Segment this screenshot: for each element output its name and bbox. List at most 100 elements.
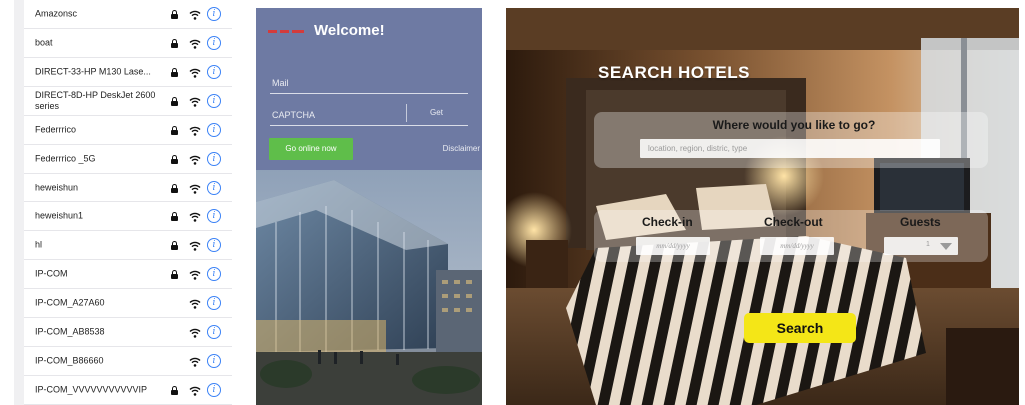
wifi-network-name: Federrrico _5G: [35, 153, 96, 164]
info-icon[interactable]: i: [207, 93, 221, 108]
wifi-network-row[interactable]: IP-COM_B86660 i: [24, 347, 232, 377]
checkout-input[interactable]: [760, 237, 834, 255]
checkout-label: Check-out: [764, 215, 823, 229]
dates-guests-box: Check-in Check-out Guests 1: [594, 210, 988, 262]
wifi-network-name: IP-COM_B86660: [35, 355, 104, 366]
wifi-network-name: IP-COM_AB8538: [35, 326, 105, 337]
wifi-row-icons: i: [169, 325, 227, 340]
wifi-settings-panel: Amazonsc i boat i DIRECT-33-HP M130 Lase... i…: [14, 0, 232, 405]
lock-icon: [171, 183, 178, 193]
wifi-network-row[interactable]: heweishun1 i: [24, 203, 232, 232]
wifi-network-name: DIRECT-8D-HP DeskJet 2600 series: [35, 89, 156, 111]
captcha-placeholder: CAPTCHA: [272, 110, 316, 120]
wifi-icon: [189, 182, 201, 194]
lock-icon: [171, 67, 178, 77]
wifi-row-icons: i: [169, 35, 227, 50]
wifi-icon: [189, 37, 201, 49]
info-icon[interactable]: i: [207, 151, 221, 166]
wifi-network-row[interactable]: IP-COM_A27A60 i: [24, 289, 232, 319]
info-icon[interactable]: i: [207, 6, 221, 21]
lock-icon: [171, 38, 178, 48]
wifi-network-row[interactable]: DIRECT-8D-HP DeskJet 2600 series i: [24, 87, 232, 116]
wifi-network-name: DIRECT-33-HP M130 Lase...: [35, 66, 151, 77]
wifi-network-name: Amazonsc: [35, 8, 78, 19]
wifi-row-icons: i: [169, 151, 227, 166]
info-icon[interactable]: i: [207, 238, 221, 253]
wifi-row-icons: i: [169, 383, 227, 398]
wifi-row-icons: i: [169, 296, 227, 311]
checkin-label: Check-in: [642, 215, 693, 229]
wifi-network-name: heweishun1: [35, 210, 84, 221]
wifi-network-row[interactable]: heweishun i: [24, 174, 232, 203]
lock-icon: [171, 125, 178, 135]
get-captcha-button[interactable]: Get: [406, 104, 466, 122]
wifi-network-name: Federrrico: [35, 124, 77, 135]
wifi-network-row[interactable]: Amazonsc i: [24, 0, 232, 29]
wifi-row-icons: i: [169, 267, 227, 282]
wifi-network-row[interactable]: Federrrico _5G i: [24, 145, 232, 174]
wifi-icon: [189, 124, 201, 136]
hotel-search-panel: SEARCH HOTELS Where would you like to go…: [506, 8, 1019, 405]
wifi-network-row[interactable]: hl i: [24, 231, 232, 261]
guests-select[interactable]: 1: [884, 237, 958, 255]
wifi-icon: [189, 355, 201, 367]
building-photo: [256, 170, 482, 405]
wifi-network-name: boat: [35, 37, 53, 48]
info-icon[interactable]: i: [207, 35, 221, 50]
wifi-icon: [189, 268, 201, 280]
destination-box: Where would you like to go?: [594, 112, 988, 168]
info-icon[interactable]: i: [207, 209, 221, 224]
wifi-icon: [189, 239, 201, 252]
wifi-network-name: IP-COM: [35, 268, 68, 279]
destination-label: Where would you like to go?: [712, 118, 876, 132]
guests-value: 1: [926, 241, 930, 248]
info-icon[interactable]: i: [207, 122, 221, 137]
guests-label: Guests: [900, 215, 941, 229]
checkin-input[interactable]: [636, 237, 710, 255]
wifi-network-row[interactable]: IP-COM_AB8538 i: [24, 318, 232, 348]
search-button[interactable]: Search: [744, 313, 856, 343]
wifi-network-row[interactable]: DIRECT-33-HP M130 Lase... i: [24, 58, 232, 87]
wifi-icon: [189, 326, 201, 338]
destination-input[interactable]: [640, 139, 940, 158]
go-online-button[interactable]: Go online now: [269, 138, 353, 160]
wifi-network-name: IP-COM_A27A60: [35, 297, 105, 308]
mail-placeholder: Mail: [272, 78, 289, 88]
wifi-icon: [189, 95, 201, 107]
wifi-row-icons: i: [169, 354, 227, 369]
portal-logo: [268, 30, 304, 35]
wifi-icon: [189, 66, 201, 78]
mail-field[interactable]: Mail: [270, 72, 468, 94]
info-icon[interactable]: i: [207, 180, 221, 195]
info-icon[interactable]: i: [207, 64, 221, 79]
wifi-row-icons: i: [169, 6, 227, 21]
wifi-icon: [189, 297, 201, 309]
lock-icon: [171, 212, 178, 222]
wifi-row-icons: i: [169, 122, 227, 137]
lock-icon: [171, 386, 178, 396]
search-hotels-heading: SEARCH HOTELS: [598, 63, 750, 82]
wifi-network-name: IP-COM_VVVVVVVVVVVIP: [35, 384, 148, 395]
lock-icon: [171, 241, 178, 251]
info-icon[interactable]: i: [207, 325, 221, 340]
lock-icon: [171, 154, 178, 164]
captive-portal-panel: Welcome! Mail CAPTCHA Get Go online now …: [256, 8, 482, 405]
wifi-network-name: hl: [35, 239, 43, 250]
info-icon[interactable]: i: [207, 383, 221, 398]
wifi-network-row[interactable]: Federrrico i: [24, 116, 232, 145]
info-icon[interactable]: i: [207, 296, 221, 311]
wifi-row-icons: i: [169, 64, 227, 79]
disclaimer-link[interactable]: Disclaimer: [443, 144, 480, 153]
portal-title: Welcome!: [314, 22, 385, 39]
info-icon[interactable]: i: [207, 267, 221, 282]
hotel-room-photo: [506, 8, 1019, 405]
info-icon[interactable]: i: [207, 354, 221, 369]
wifi-row-icons: i: [169, 209, 227, 224]
lock-icon: [171, 9, 178, 19]
wifi-network-row[interactable]: IP-COM_VVVVVVVVVVVIP i: [24, 376, 232, 405]
wifi-network-row[interactable]: boat i: [24, 29, 232, 58]
wifi-icon: [189, 384, 201, 396]
wifi-row-icons: i: [169, 180, 227, 195]
wifi-network-row[interactable]: IP-COM i: [24, 260, 232, 290]
wifi-icon: [189, 153, 201, 165]
